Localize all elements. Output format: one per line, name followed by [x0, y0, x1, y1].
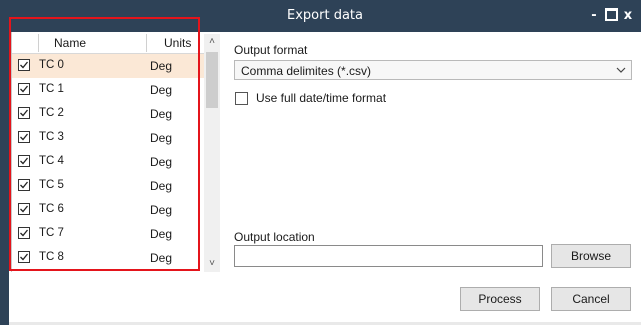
- row-checkbox[interactable]: [18, 203, 30, 215]
- checkmark-icon: [20, 133, 29, 141]
- column-header-name[interactable]: Name: [54, 36, 86, 50]
- browse-button[interactable]: Browse: [551, 244, 631, 268]
- minimize-button[interactable]: -: [585, 6, 603, 26]
- column-header-units[interactable]: Units: [164, 36, 191, 50]
- row-checkbox[interactable]: [18, 83, 30, 95]
- header-divider: [38, 34, 39, 52]
- checkmark-icon: [20, 85, 29, 93]
- list-header: Name Units: [12, 32, 207, 54]
- maximize-button[interactable]: [602, 6, 620, 26]
- list-item[interactable]: TC 1 Deg: [12, 78, 207, 102]
- row-name: TC 8: [39, 251, 64, 263]
- full-datetime-label[interactable]: Use full date/time format: [256, 91, 386, 105]
- list-item[interactable]: TC 5 Deg: [12, 174, 207, 198]
- row-checkbox[interactable]: [18, 179, 30, 191]
- close-button[interactable]: x: [619, 6, 637, 26]
- row-checkbox[interactable]: [18, 251, 30, 263]
- output-format-label: Output format: [234, 43, 308, 57]
- row-name: TC 2: [39, 107, 64, 119]
- row-units: Deg: [150, 251, 173, 265]
- scroll-thumb[interactable]: [206, 52, 218, 108]
- checkmark-icon: [20, 109, 29, 117]
- row-units: Deg: [150, 227, 173, 241]
- checkmark-icon: [20, 61, 29, 69]
- process-button[interactable]: Process: [460, 287, 540, 311]
- header-divider: [146, 34, 147, 52]
- list-item[interactable]: TC 4 Deg: [12, 150, 207, 174]
- checkmark-icon: [20, 253, 29, 261]
- row-name: TC 7: [39, 227, 64, 239]
- row-units: Deg: [150, 59, 173, 73]
- list-item[interactable]: TC 2 Deg: [12, 102, 207, 126]
- row-name: TC 5: [39, 179, 64, 191]
- window-title: Export data: [287, 8, 363, 23]
- full-datetime-checkbox[interactable]: [235, 92, 248, 105]
- list-item[interactable]: TC 7 Deg: [12, 222, 207, 246]
- row-checkbox[interactable]: [18, 155, 30, 167]
- list-item[interactable]: TC 6 Deg: [12, 198, 207, 222]
- checkmark-icon: [20, 205, 29, 213]
- row-units: Deg: [150, 107, 173, 121]
- output-format-select[interactable]: Comma delimites (*.csv): [234, 60, 632, 80]
- row-name: TC 1: [39, 83, 64, 95]
- row-checkbox[interactable]: [18, 107, 30, 119]
- row-units: Deg: [150, 203, 173, 217]
- output-location-label: Output location: [234, 230, 315, 244]
- row-checkbox[interactable]: [18, 131, 30, 143]
- checkmark-icon: [20, 181, 29, 189]
- cancel-button[interactable]: Cancel: [551, 287, 631, 311]
- list-item[interactable]: TC 3 Deg: [12, 126, 207, 150]
- list-scrollbar[interactable]: ˄ ˅: [204, 34, 220, 272]
- output-format-value: Comma delimites (*.csv): [241, 64, 372, 78]
- list-item[interactable]: TC 0 Deg: [12, 54, 207, 78]
- row-checkbox[interactable]: [18, 59, 30, 71]
- row-checkbox[interactable]: [18, 227, 30, 239]
- maximize-icon: [604, 8, 618, 21]
- row-name: TC 3: [39, 131, 64, 143]
- row-name: TC 6: [39, 203, 64, 215]
- list-item[interactable]: TC 8 Deg: [12, 246, 207, 270]
- chevron-down-icon: [616, 67, 626, 73]
- title-bar: Export data - x: [9, 0, 641, 32]
- scroll-down-icon[interactable]: ˅: [204, 256, 220, 272]
- row-units: Deg: [150, 83, 173, 97]
- row-units: Deg: [150, 131, 173, 145]
- checkmark-icon: [20, 229, 29, 237]
- channel-list[interactable]: Name Units TC 0 Deg TC 1 Deg TC 2 Deg TC 3 Deg T…: [11, 32, 207, 272]
- row-name: TC 4: [39, 155, 64, 167]
- row-units: Deg: [150, 179, 173, 193]
- output-location-input[interactable]: [234, 245, 543, 267]
- row-name: TC 0: [39, 59, 64, 71]
- window-left-edge: [0, 0, 9, 325]
- scroll-up-icon[interactable]: ˄: [204, 34, 220, 50]
- row-units: Deg: [150, 155, 173, 169]
- checkmark-icon: [20, 157, 29, 165]
